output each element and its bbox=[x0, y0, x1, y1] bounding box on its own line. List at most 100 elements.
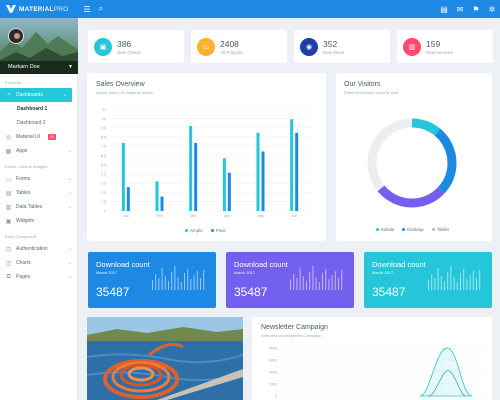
sidebar-item-label: Pages bbox=[16, 274, 31, 280]
card-title: Our Visitors bbox=[344, 81, 381, 88]
legend-dot bbox=[185, 229, 188, 233]
message-icon[interactable]: ▤ bbox=[439, 5, 449, 14]
bar-ample[interactable] bbox=[155, 181, 159, 211]
sparkline-bar bbox=[158, 278, 160, 290]
sidebar-item-label: Material Ui bbox=[16, 134, 40, 140]
table-icon: ▤ bbox=[5, 190, 12, 197]
sparkline-bar bbox=[161, 268, 163, 290]
sidebar-item-label: Widgets bbox=[16, 218, 35, 224]
sparkline-bar bbox=[318, 282, 320, 290]
y-tick-label: 6.5 bbox=[101, 154, 106, 158]
y-tick-label: 8.5 bbox=[101, 135, 106, 139]
profile-name-bar[interactable]: Markarn Doe ▼ bbox=[0, 61, 78, 74]
sparkline-bar bbox=[431, 274, 433, 290]
card-subtitle: Ample Admin Vs Material Admin bbox=[96, 90, 153, 95]
sidebar-item-pages[interactable]: ⧉ Pages ⌄ bbox=[0, 270, 77, 284]
nav-section-extra: Extra Component bbox=[5, 234, 37, 239]
sidebar-item-widgets[interactable]: ▣ Widgets bbox=[0, 214, 77, 228]
settings-icon[interactable]: ✲ bbox=[487, 5, 497, 14]
brand[interactable]: MATERIAL PRO bbox=[0, 0, 78, 18]
sparkline-bar bbox=[306, 281, 307, 290]
y-tick-label: 7.5 bbox=[101, 145, 106, 149]
bar-ample[interactable] bbox=[121, 143, 125, 211]
sidebar-item-authentication[interactable]: ⊡ Authentication ⌄ bbox=[0, 242, 77, 256]
bar-ample[interactable] bbox=[290, 119, 294, 211]
bar-pixel[interactable] bbox=[126, 187, 130, 211]
sidebar-item-tables[interactable]: ▤ Tables ⌄ bbox=[0, 186, 77, 200]
sparkline-bar bbox=[312, 266, 314, 290]
sparkline-bar bbox=[479, 270, 481, 290]
newsletter-area-chart: 0 2000 4000 6000 8000 bbox=[269, 346, 484, 399]
chevron-down-icon: ⌄ bbox=[67, 260, 72, 266]
bar-pixel[interactable] bbox=[227, 172, 231, 211]
pages-icon: ⧉ bbox=[6, 273, 11, 280]
bar-pixel[interactable] bbox=[160, 196, 164, 211]
top-navbar: MATERIAL PRO ☰ ⌕ ▤ ✉ ⚑ ✲ bbox=[0, 0, 500, 18]
sidebar-subitem-dashboard2[interactable]: Dashboard 2 bbox=[0, 116, 77, 130]
y-tick-label: 11 bbox=[102, 108, 106, 112]
bullseye-icon: ◎ bbox=[5, 134, 12, 141]
sparkline-bar bbox=[341, 270, 343, 290]
caret-down-icon: ▼ bbox=[68, 64, 73, 70]
bar-pixel[interactable] bbox=[194, 143, 198, 211]
y-tick-label: 4000 bbox=[269, 371, 277, 375]
sparkline-bar bbox=[152, 280, 153, 290]
legend-label: Desktop bbox=[407, 227, 424, 232]
legend-label: Pixel bbox=[215, 228, 226, 233]
sparkline-bar bbox=[434, 278, 436, 290]
sparkline-bar bbox=[200, 278, 201, 290]
stat-label: New Clients bbox=[117, 49, 142, 55]
mail-icon[interactable]: ✉ bbox=[455, 5, 465, 14]
sidebar-item-dashboards[interactable]: ◔ Dashboards ⌄ bbox=[0, 88, 72, 102]
x-tick-label: Feb bbox=[156, 214, 162, 218]
bar-ample[interactable] bbox=[256, 132, 260, 211]
legend-item-pixel[interactable]: Pixel bbox=[210, 228, 226, 233]
sidebar-item-data-tables[interactable]: ▥ Data Tables ⌄ bbox=[0, 200, 77, 214]
logo-icon bbox=[6, 5, 16, 13]
bar-ample[interactable] bbox=[222, 158, 226, 211]
sidebar-item-apps[interactable]: ▦ Apps ⌄ bbox=[0, 144, 77, 158]
avatar-face bbox=[14, 33, 20, 39]
sparkline-bar bbox=[456, 282, 458, 290]
flag-icon[interactable]: ⚑ bbox=[471, 5, 481, 14]
sidebar-item-label: Authentication bbox=[16, 246, 48, 252]
y-tick-label: 10 bbox=[102, 117, 106, 121]
x-tick-label: Mar bbox=[190, 214, 197, 218]
sidebar: Markarn Doe ▼ Personal ◔ Dashboards ⌄ Da… bbox=[0, 18, 78, 400]
bar-ample[interactable] bbox=[189, 126, 193, 211]
menu-toggle-icon[interactable]: ☰ bbox=[82, 5, 92, 14]
sidebar-item-label: Dashboards bbox=[16, 92, 43, 98]
briefcase-icon: ▣ bbox=[94, 37, 112, 56]
card-title: Sales Overview bbox=[96, 81, 145, 88]
sparkline-bar bbox=[450, 266, 452, 290]
chevron-down-icon: ⌄ bbox=[67, 204, 72, 210]
nav-section-forms: Forms, Table & Widgets bbox=[5, 164, 48, 169]
legend-item-desktop[interactable]: Desktop bbox=[402, 227, 424, 232]
sidebar-subitem-dashboard1[interactable]: Dashboard 1 bbox=[0, 102, 77, 116]
sales-overview-card: Sales Overview Ample Admin Vs Material A… bbox=[87, 73, 326, 241]
sparkline-bar bbox=[190, 279, 192, 290]
sparkline-bars bbox=[152, 266, 205, 290]
sidebar-item-charts[interactable]: ◫ Charts ⌄ bbox=[0, 256, 77, 270]
legend-item-tablet[interactable]: Tablet bbox=[431, 227, 449, 232]
x-tick-label: Apr bbox=[224, 214, 230, 218]
data-table-icon: ▥ bbox=[5, 204, 12, 211]
rope-photo bbox=[87, 317, 243, 400]
legend-item-mobile[interactable]: Mobile bbox=[376, 227, 394, 232]
sparkline-bar bbox=[447, 272, 449, 290]
sidebar-item-material-ui[interactable]: ◎ Material Ui 25 bbox=[0, 130, 77, 144]
search-icon[interactable]: ⌕ bbox=[96, 4, 106, 14]
chevron-down-icon: ⌄ bbox=[67, 148, 72, 154]
bar-pixel[interactable] bbox=[261, 151, 265, 212]
sparkline-bar bbox=[155, 274, 157, 290]
avatar[interactable] bbox=[8, 28, 24, 44]
sparkline-bar bbox=[469, 275, 471, 290]
y-tick-label: 6000 bbox=[269, 359, 277, 363]
sparkline-bar bbox=[193, 275, 195, 290]
chevron-down-icon: ⌄ bbox=[67, 176, 72, 182]
bar-pixel[interactable] bbox=[295, 132, 299, 211]
sidebar-item-forms[interactable]: ▭ Forms ⌄ bbox=[0, 172, 77, 186]
legend-item-ample[interactable]: Ample bbox=[185, 228, 203, 233]
sparkline-bar bbox=[177, 277, 179, 290]
sparkline-bar bbox=[309, 272, 311, 290]
